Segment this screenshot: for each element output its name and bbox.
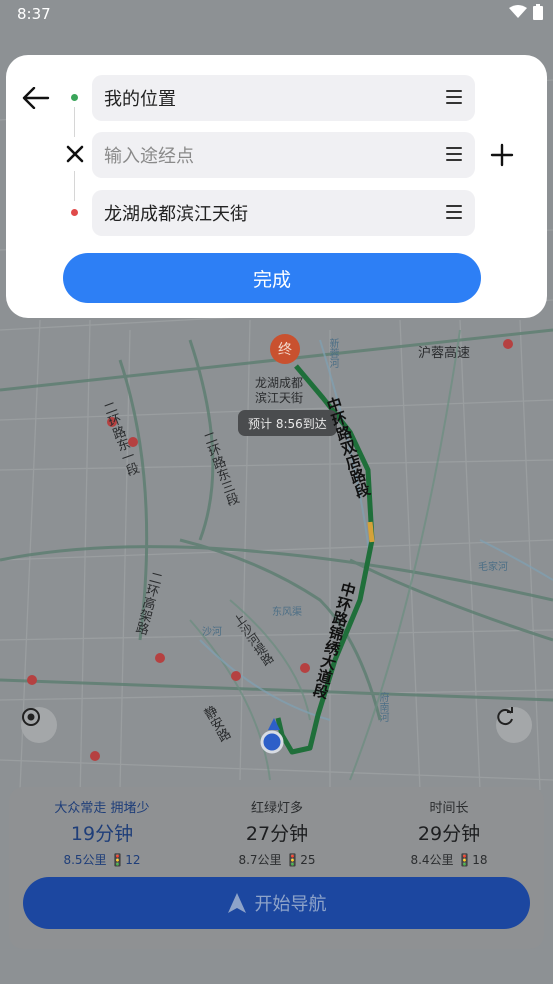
destination-map-label: 龙湖成都 滨江天街 [255, 376, 303, 406]
destination-marker[interactable]: 终 [270, 334, 300, 364]
drag-handle-icon[interactable] [446, 205, 462, 219]
destination-dot [71, 209, 78, 216]
route-option-info: 8.4公里 🚦18 [410, 853, 488, 867]
route-option-3[interactable]: 时间长 29分钟 8.4公里 🚦18 [364, 797, 534, 868]
route-options-sheet: 大众常走 拥堵少 19分钟 8.5公里 🚦12 红绿灯多 27分钟 8.7公里 … [9, 787, 544, 949]
back-button[interactable] [18, 83, 54, 113]
destination-label-line2: 滨江天街 [255, 391, 304, 405]
wifi-icon [509, 5, 527, 18]
eta-bubble: 预计 8:56到达 [238, 410, 337, 436]
current-location-dot [260, 730, 284, 754]
route-option-time: 29分钟 [417, 823, 481, 845]
waypoint-placeholder: 输入途经点 [104, 146, 194, 167]
done-button[interactable]: 完成 [63, 253, 481, 303]
origin-value: 我的位置 [104, 89, 176, 110]
water-label-funan: 府南河 [377, 692, 388, 722]
route-connector-top [74, 107, 75, 137]
locate-icon [22, 708, 40, 726]
remove-waypoint-button[interactable] [64, 143, 86, 165]
plus-icon [490, 143, 514, 167]
start-navigation-label: 开始导航 [254, 894, 327, 915]
start-navigation-button[interactable]: 开始导航 [23, 877, 530, 929]
origin-dot [71, 94, 78, 101]
close-icon [66, 145, 84, 163]
route-option-1[interactable]: 大众常走 拥堵少 19分钟 8.5公里 🚦12 [17, 797, 187, 868]
status-bar: 8:37 [0, 0, 553, 28]
locate-button[interactable] [21, 707, 57, 743]
drag-handle-icon[interactable] [446, 147, 462, 161]
water-label-dongfeng: 东风渠 [272, 607, 302, 618]
route-option-info: 8.7公里 🚦25 [238, 853, 316, 867]
route-connector-bottom [74, 171, 75, 201]
water-label-xinrong: 新蓉河 [327, 338, 338, 368]
water-label-maojia: 毛家河 [478, 562, 508, 573]
origin-field[interactable]: 我的位置 [92, 75, 475, 121]
destination-label-line1: 龙湖成都 [255, 376, 304, 390]
status-icons [509, 4, 543, 20]
water-label-shahe: 沙河 [202, 627, 222, 638]
waypoint-field[interactable]: 输入途经点 [92, 132, 475, 178]
route-edit-panel: 我的位置 输入途经点 龙湖成都滨江天街 完成 [6, 55, 547, 318]
route-option-2[interactable]: 红绿灯多 27分钟 8.7公里 🚦25 [192, 797, 362, 868]
refresh-button[interactable] [496, 707, 532, 743]
back-arrow-icon [22, 87, 50, 109]
navigation-arrow-icon [227, 893, 246, 913]
destination-field[interactable]: 龙湖成都滨江天街 [92, 190, 475, 236]
route-option-tag: 红绿灯多 [250, 801, 303, 816]
road-label-hurong: 沪蓉高速 [418, 346, 471, 361]
route-option-tag: 大众常走 拥堵少 [54, 801, 150, 816]
route-option-time: 27分钟 [245, 823, 309, 845]
route-option-time: 19分钟 [70, 823, 134, 845]
drag-handle-icon[interactable] [446, 90, 462, 104]
add-waypoint-button[interactable] [488, 141, 516, 169]
refresh-icon [497, 707, 513, 726]
route-option-tag: 时间长 [429, 801, 469, 816]
route-option-info: 8.5公里 🚦12 [63, 853, 141, 867]
battery-icon [533, 4, 543, 20]
status-time: 8:37 [17, 5, 51, 23]
destination-value: 龙湖成都滨江天街 [104, 204, 248, 225]
